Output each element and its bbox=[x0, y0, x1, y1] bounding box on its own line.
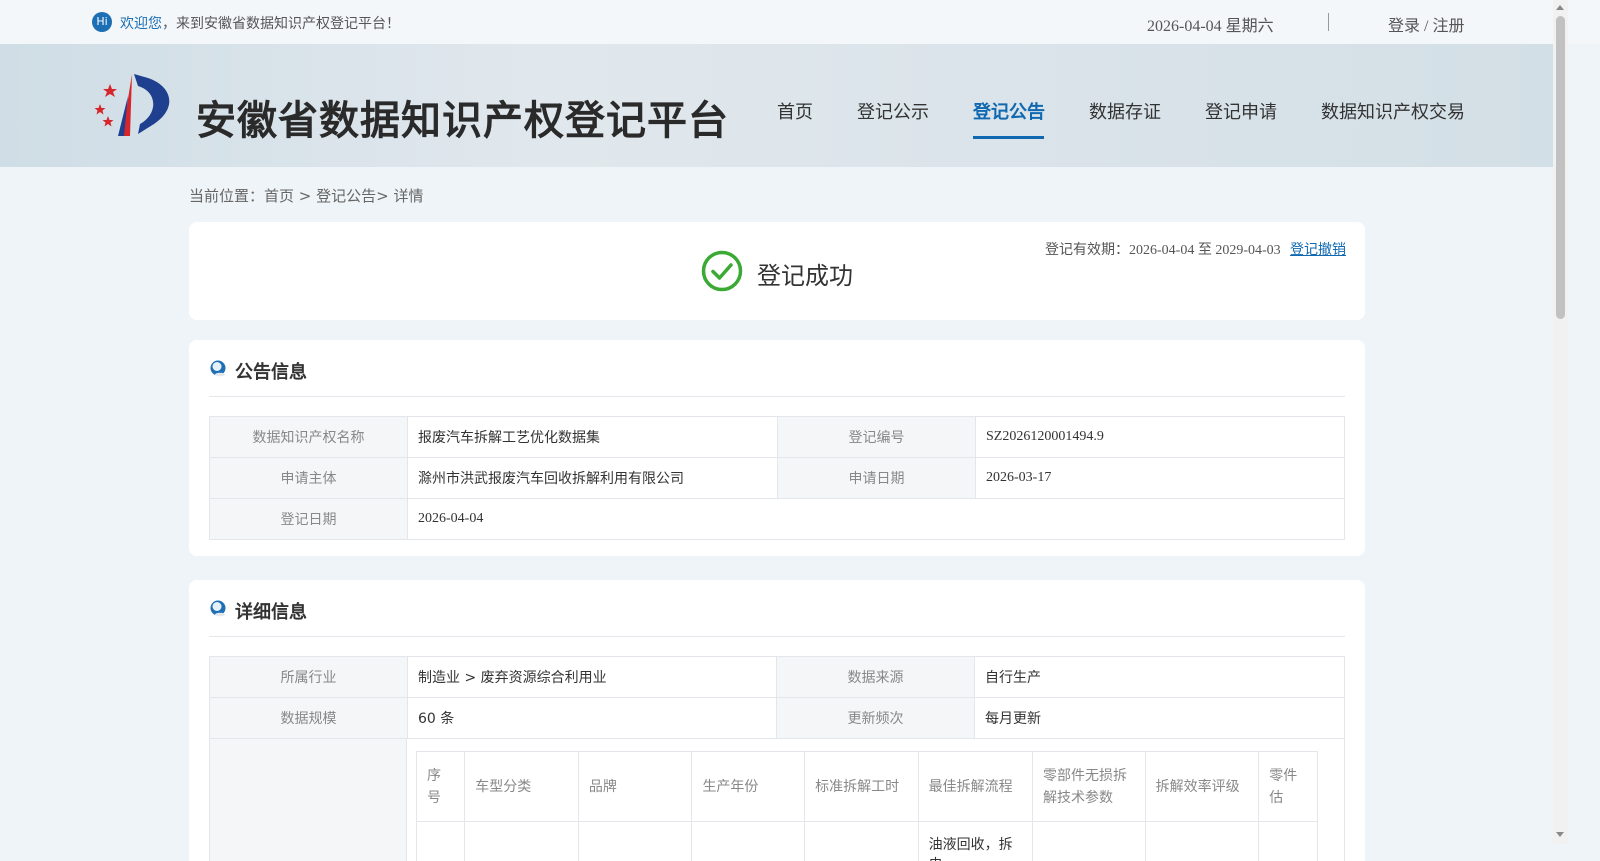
table-header-row: 序号 车型分类 品牌 生产年份 标准拆解工时 最佳拆解流程 零部件无损拆解技术参… bbox=[416, 751, 1318, 822]
scroll-up-icon[interactable] bbox=[1556, 5, 1564, 10]
field-value: 滁州市洪武报废汽车回收拆解利用有限公司 bbox=[407, 457, 778, 499]
nav-ip-trading[interactable]: 数据知识产权交易 bbox=[1321, 98, 1465, 124]
welcome-text: 欢迎您，来到安徽省数据知识产权登记平台！ bbox=[120, 13, 400, 33]
table-row: 所属行业 制造业 > 废弃资源综合利用业 数据来源 自行生产 bbox=[209, 656, 1345, 698]
field-value: 2026-03-17 bbox=[975, 457, 1345, 499]
nav-registration-apply[interactable]: 登记申请 bbox=[1205, 98, 1277, 124]
detail-info-card: 详细信息 所属行业 制造业 > 废弃资源综合利用业 数据来源 自行生产 数据规模… bbox=[189, 580, 1365, 861]
notice-table: 数据知识产权名称 报废汽车拆解工艺优化数据集 登记编号 SZ2026120001… bbox=[209, 416, 1345, 540]
table-row: 登记日期 2026-04-04 bbox=[209, 498, 1345, 540]
column-header: 生产年份 bbox=[691, 751, 806, 822]
status-text: 登记成功 bbox=[757, 262, 853, 290]
site-logo-icon[interactable] bbox=[88, 70, 178, 140]
column-header: 最佳拆解流程 bbox=[917, 751, 1034, 822]
field-label: 登记日期 bbox=[209, 498, 408, 540]
section-divider bbox=[209, 636, 1345, 637]
table-cell bbox=[804, 821, 919, 861]
divider bbox=[1328, 13, 1329, 31]
table-cell bbox=[464, 821, 579, 861]
table-row: 数据知识产权名称 报废汽车拆解工艺优化数据集 登记编号 SZ2026120001… bbox=[209, 416, 1345, 458]
field-label: 所属行业 bbox=[209, 656, 408, 698]
field-label: 数据来源 bbox=[776, 656, 975, 698]
table-cell bbox=[1144, 821, 1260, 861]
table-cell bbox=[691, 821, 806, 861]
field-value: SZ2026120001494.9 bbox=[975, 416, 1345, 458]
bubble-icon bbox=[210, 600, 226, 617]
table-row: 数据规模 60 条 更新频次 每月更新 bbox=[209, 697, 1345, 739]
field-value: 自行生产 bbox=[974, 656, 1345, 698]
active-nav-indicator bbox=[973, 136, 1044, 139]
table-row: 申请主体 滁州市洪武报废汽车回收拆解利用有限公司 申请日期 2026-03-17 bbox=[209, 457, 1345, 499]
sample-label-cell bbox=[209, 739, 407, 861]
sample-data-scroll[interactable]: 序号 车型分类 品牌 生产年份 标准拆解工时 最佳拆解流程 零部件无损拆解技术参… bbox=[416, 751, 1318, 861]
field-label: 申请日期 bbox=[777, 457, 976, 499]
scrollbar-thumb[interactable] bbox=[1556, 16, 1565, 319]
validity-period: 登记有效期：2026-04-04 至 2029-04-03 bbox=[1045, 243, 1281, 258]
site-header: 安徽省数据知识产权登记平台 首页 登记公示 登记公告 数据存证 登记申请 数据知… bbox=[0, 44, 1553, 167]
field-label: 数据规模 bbox=[209, 697, 408, 739]
notice-info-card: 公告信息 数据知识产权名称 报废汽车拆解工艺优化数据集 登记编号 SZ20261… bbox=[189, 340, 1365, 556]
scroll-down-icon[interactable] bbox=[1556, 832, 1564, 837]
field-value: 2026-04-04 bbox=[407, 498, 1345, 540]
field-label: 更新频次 bbox=[776, 697, 975, 739]
sample-data-table: 序号 车型分类 品牌 生产年份 标准拆解工时 最佳拆解流程 零部件无损拆解技术参… bbox=[416, 751, 1318, 861]
field-value: 60 条 bbox=[407, 697, 777, 739]
field-label: 登记编号 bbox=[777, 416, 976, 458]
nav-registration-publicity[interactable]: 登记公示 bbox=[857, 98, 929, 124]
bubble-icon bbox=[210, 360, 226, 377]
column-header: 拆解效率评级 bbox=[1144, 751, 1260, 822]
success-check-icon bbox=[701, 250, 743, 292]
field-label: 申请主体 bbox=[209, 457, 408, 499]
top-bar: Hi 欢迎您，来到安徽省数据知识产权登记平台！ 2026-04-04 星期六 登… bbox=[0, 0, 1600, 44]
field-value: 每月更新 bbox=[974, 697, 1345, 739]
column-header: 车型分类 bbox=[464, 751, 579, 822]
section-divider bbox=[209, 396, 1345, 397]
field-label: 数据知识产权名称 bbox=[209, 416, 408, 458]
hi-badge-icon: Hi bbox=[92, 12, 112, 32]
section-title: 详细信息 bbox=[235, 602, 307, 623]
page-scrollbar[interactable] bbox=[1553, 0, 1568, 844]
field-value: 制造业 > 废弃资源综合利用业 bbox=[407, 656, 777, 698]
welcome-highlight: 欢迎您 bbox=[120, 16, 162, 32]
current-date: 2026-04-04 星期六 bbox=[1147, 18, 1274, 35]
section-title: 公告信息 bbox=[235, 362, 307, 383]
column-header: 序号 bbox=[416, 751, 466, 822]
table-cell bbox=[416, 821, 466, 861]
field-value: 报废汽车拆解工艺优化数据集 bbox=[407, 416, 778, 458]
nav-data-evidence[interactable]: 数据存证 bbox=[1089, 98, 1161, 124]
login-register-link[interactable]: 登录 / 注册 bbox=[1388, 12, 1464, 36]
site-title: 安徽省数据知识产权登记平台 bbox=[196, 98, 729, 144]
nav-home[interactable]: 首页 bbox=[777, 98, 813, 124]
table-cell bbox=[577, 821, 693, 861]
breadcrumb: 当前位置：首页 > 登记公告> 详情 bbox=[189, 187, 424, 205]
column-header: 零件估 bbox=[1258, 751, 1318, 822]
revoke-link[interactable]: 登记撤销 bbox=[1290, 239, 1346, 259]
table-row: 油液回收，拆电 bbox=[416, 821, 1318, 861]
detail-table: 所属行业 制造业 > 废弃资源综合利用业 数据来源 自行生产 数据规模 60 条… bbox=[209, 656, 1345, 739]
column-header: 零部件无损拆解技术参数 bbox=[1032, 751, 1146, 822]
table-cell: 油液回收，拆电 bbox=[917, 821, 1034, 861]
column-header: 标准拆解工时 bbox=[804, 751, 919, 822]
nav-registration-announcement[interactable]: 登记公告 bbox=[973, 98, 1045, 124]
status-card: 登记有效期：2026-04-04 至 2029-04-03 登记撤销 登记成功 bbox=[189, 222, 1365, 320]
table-cell bbox=[1258, 821, 1318, 861]
welcome-rest: ，来到安徽省数据知识产权登记平台！ bbox=[162, 16, 400, 32]
table-cell bbox=[1032, 821, 1146, 861]
column-header: 品牌 bbox=[577, 751, 693, 822]
